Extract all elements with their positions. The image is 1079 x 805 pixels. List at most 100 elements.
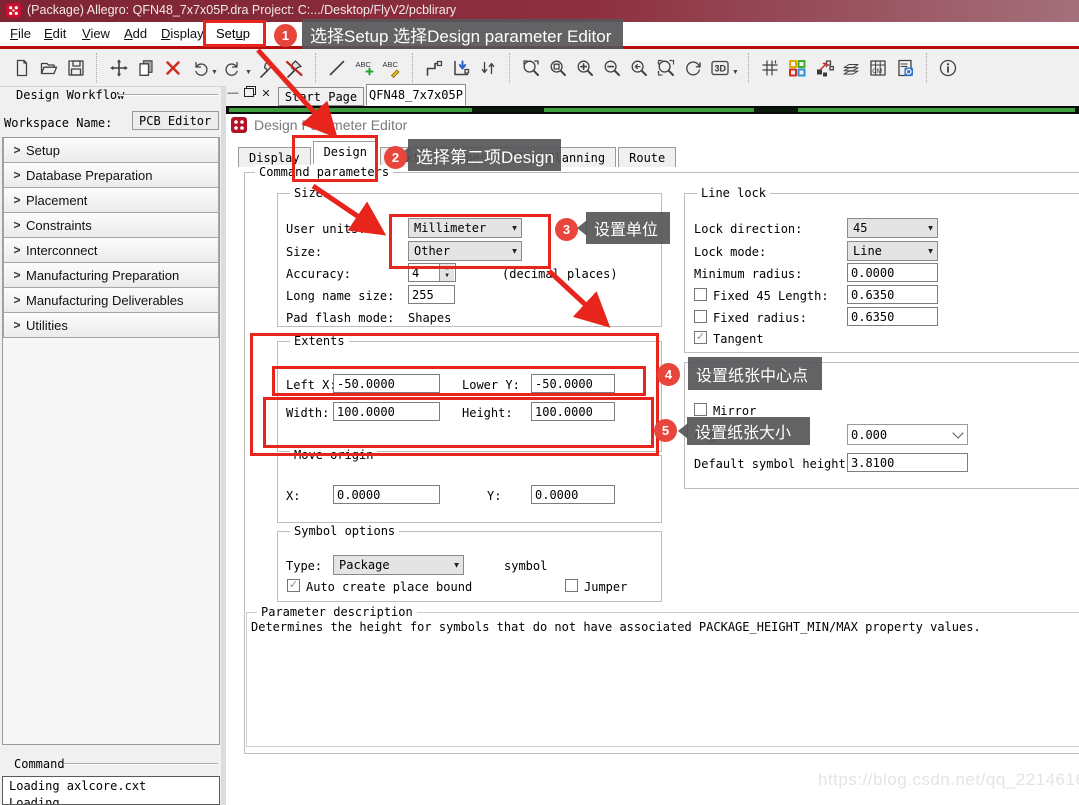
edit-text-icon[interactable]: ABC (378, 54, 405, 82)
swap-sections-icon[interactable] (475, 54, 502, 82)
move-y-label: Y: (487, 489, 502, 503)
color-map-icon[interactable]: CM (865, 54, 892, 82)
menu-display[interactable]: Display (161, 26, 204, 41)
tangent-checkbox[interactable]: ✓ (694, 331, 707, 344)
menu-edit[interactable]: Edit (44, 26, 66, 41)
sidebar-item-interconnect[interactable]: > Interconnect (3, 238, 219, 263)
dialog-tab-route[interactable]: Route (618, 147, 677, 167)
new-icon[interactable] (8, 54, 35, 82)
import-placement-icon[interactable] (448, 54, 475, 82)
panel-title: Design Workflow (16, 88, 125, 102)
command-panel-title: Command (14, 757, 65, 771)
options-icon[interactable] (892, 54, 919, 82)
sidebar-item-manufacturing-preparation[interactable]: > Manufacturing Preparation (3, 263, 219, 288)
move-y-input[interactable]: 0.0000 (531, 485, 615, 504)
lock-direction-select[interactable]: 45 ▼ (847, 218, 938, 238)
copy-icon[interactable] (132, 54, 159, 82)
pad-flash-mode-value: Shapes (408, 311, 452, 325)
info-icon[interactable] (935, 54, 962, 82)
move-x-input[interactable]: 0.0000 (333, 485, 440, 504)
workflow-list: > Setup > Database Preparation > Placement > Co… (2, 137, 220, 745)
group-label: Line lock (697, 186, 771, 200)
step-badge-4: 4 (657, 363, 680, 386)
fixed-radius-input[interactable]: 0.6350 (847, 307, 938, 326)
open-icon[interactable] (35, 54, 62, 82)
route-icon[interactable] (421, 54, 448, 82)
auto-create-place-bound-label: Auto create place bound (306, 580, 473, 594)
mirror-label: Mirror (713, 404, 757, 418)
visibility-layers-icon[interactable] (838, 54, 865, 82)
sidebar-item-label: Interconnect (26, 242, 98, 258)
sidebar-item-utilities[interactable]: > Utilities (3, 313, 219, 338)
toolbar: ▼ ▼ ABC ABC 3D ▼ CM (0, 49, 1079, 87)
swap-layers-icon[interactable] (811, 54, 838, 82)
sidebar-item-setup[interactable]: > Setup (3, 138, 219, 163)
console-line-partial: Loading ... (9, 796, 89, 805)
zoom-in-icon[interactable] (572, 54, 599, 82)
callout-2: 选择第二项Design (399, 139, 561, 171)
restore-window-button[interactable] (242, 88, 256, 100)
tangent-label: Tangent (713, 332, 764, 346)
tab-design-file[interactable]: QFN48_7x7x05P (366, 84, 466, 106)
sidebar-item-label: Placement (26, 192, 88, 208)
delete-icon[interactable] (159, 54, 186, 82)
mirror-checkbox[interactable] (694, 403, 707, 416)
tab-start-page[interactable]: Start Page (278, 87, 364, 106)
three-d-icon[interactable]: 3D (707, 54, 734, 82)
menu-view[interactable]: View (82, 26, 110, 41)
canvas-dark-patch (754, 108, 798, 112)
sidebar-item-manufacturing-deliverables[interactable]: > Manufacturing Deliverables (3, 288, 219, 313)
auto-create-place-bound-checkbox[interactable]: ✓ (287, 579, 300, 592)
undo-dropdown-arrow[interactable]: ▼ (211, 69, 218, 76)
minimum-radius-input[interactable]: 0.0000 (847, 263, 938, 282)
move-icon[interactable] (105, 54, 132, 82)
step-badge-5: 5 (654, 419, 677, 442)
long-name-size-input[interactable]: 255 (408, 285, 455, 304)
symbol-type-select[interactable]: Package ▼ (333, 555, 464, 575)
fixed-45-length-label: Fixed 45 Length: (713, 289, 829, 303)
group-label: Parameter description (257, 605, 417, 619)
fixed-radius-checkbox[interactable] (694, 310, 707, 323)
annotation-box-setup (203, 20, 266, 47)
sidebar-item-label: Database Preparation (26, 167, 153, 183)
chevron-right-icon: > (13, 318, 21, 332)
redo-icon[interactable] (220, 54, 247, 82)
three-d-dropdown-arrow[interactable]: ▼ (732, 69, 739, 76)
minimize-window-button[interactable]: — (226, 87, 240, 99)
zoom-out-icon[interactable] (599, 54, 626, 82)
close-window-button[interactable]: ✕ (259, 87, 273, 100)
sidebar-item-database-preparation[interactable]: > Database Preparation (3, 163, 219, 188)
group-label: Size (290, 186, 327, 200)
default-symbol-height-input[interactable]: 3.8100 (847, 453, 968, 472)
menu-add[interactable]: Add (124, 26, 147, 41)
command-console[interactable]: Loading axlcore.cxt Loading ... (2, 776, 220, 805)
zoom-selection-icon[interactable] (653, 54, 680, 82)
fixed-radius-label: Fixed radius: (713, 311, 807, 325)
pin-icon[interactable] (254, 54, 281, 82)
zoom-previous-icon[interactable] (626, 54, 653, 82)
unpin-icon[interactable] (281, 54, 308, 82)
zoom-points-icon[interactable] (518, 54, 545, 82)
step-badge-1: 1 (274, 24, 297, 47)
redraw-icon[interactable] (680, 54, 707, 82)
jumper-checkbox[interactable] (565, 579, 578, 592)
sidebar-item-label: Setup (26, 142, 60, 158)
sidebar-item-constraints[interactable]: > Constraints (3, 213, 219, 238)
toolbar-separator (747, 52, 750, 83)
color-dialog-icon[interactable] (784, 54, 811, 82)
add-text-icon[interactable]: ABC (351, 54, 378, 82)
angle-select[interactable]: 0.000 (847, 424, 968, 445)
save-icon[interactable] (62, 54, 89, 82)
zoom-fit-icon[interactable] (545, 54, 572, 82)
lock-mode-select[interactable]: Line ▼ (847, 241, 938, 261)
workspace-name-select[interactable]: PCB Editor (132, 111, 219, 130)
fixed-45-length-checkbox[interactable] (694, 288, 707, 301)
undo-icon[interactable] (186, 54, 213, 82)
grid-toggle-icon[interactable] (757, 54, 784, 82)
redo-dropdown-arrow[interactable]: ▼ (245, 69, 252, 76)
sidebar-item-label: Manufacturing Deliverables (26, 292, 184, 308)
menu-file[interactable]: File (10, 26, 31, 41)
add-line-icon[interactable] (324, 54, 351, 82)
sidebar-item-placement[interactable]: > Placement (3, 188, 219, 213)
fixed-45-length-input[interactable]: 0.6350 (847, 285, 938, 304)
